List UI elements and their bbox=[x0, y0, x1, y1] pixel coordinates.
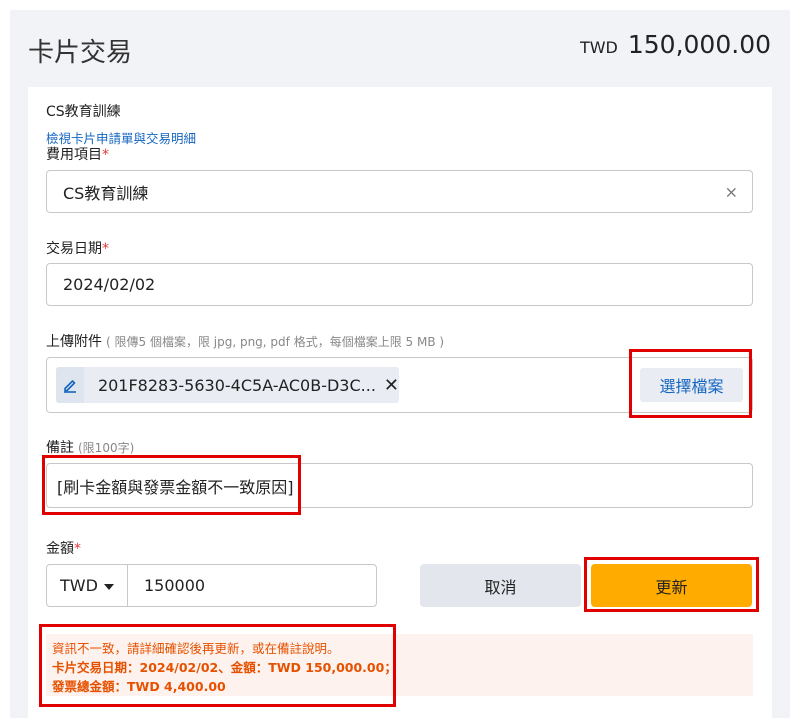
total-value: 150,000.00 bbox=[627, 30, 771, 59]
transaction-date-value: 2024/02/02 bbox=[63, 275, 156, 294]
currency-dropdown[interactable]: TWD bbox=[47, 565, 128, 606]
pencil-icon[interactable] bbox=[56, 367, 84, 403]
required-mark: * bbox=[74, 541, 81, 557]
choose-file-button[interactable]: 選擇檔案 bbox=[640, 368, 743, 402]
attachment-file-name: 201F8283-5630-4C5A-AC0B-D3C... bbox=[97, 375, 376, 395]
warning-line-1: 資訊不一致，請詳細確認後再更新，或在備註說明。 bbox=[52, 641, 340, 656]
card-name: CS教育訓練 bbox=[46, 104, 121, 120]
total-amount: TWD 150,000.00 bbox=[580, 30, 771, 59]
amount-label-text: 金額 bbox=[46, 541, 74, 557]
attachments-hint: ( 限傳5 個檔案，限 jpg, png, pdf 格式，每個檔案上限 5 MB… bbox=[106, 335, 445, 349]
remark-label: 備註 (限100字) bbox=[46, 437, 134, 457]
amount-field: TWD 150000 bbox=[46, 564, 377, 607]
total-currency: TWD bbox=[579, 38, 618, 57]
remark-hint: (限100字) bbox=[78, 441, 135, 455]
required-mark: * bbox=[102, 241, 109, 257]
currency-value: TWD bbox=[60, 576, 98, 595]
amount-label: 金額* bbox=[46, 538, 81, 558]
expense-item-label: 費用項目* bbox=[46, 144, 109, 164]
remark-label-text: 備註 bbox=[46, 440, 74, 456]
remark-input[interactable]: [刷卡金額與發票金額不一致原因] bbox=[46, 463, 753, 508]
mismatch-warning: 資訊不一致，請詳細確認後再更新，或在備註說明。 卡片交易日期：2024/02/0… bbox=[46, 634, 753, 696]
transaction-date-label-text: 交易日期 bbox=[46, 241, 102, 257]
page-title: 卡片交易 bbox=[28, 38, 133, 68]
remark-value: [刷卡金額與發票金額不一致原因] bbox=[57, 477, 294, 497]
attachments-label: 上傳附件 ( 限傳5 個檔案，限 jpg, png, pdf 格式，每個檔案上限 … bbox=[46, 331, 444, 351]
remove-file-icon[interactable]: ✕ bbox=[384, 375, 399, 396]
transaction-date-label: 交易日期* bbox=[46, 238, 109, 258]
required-mark: * bbox=[102, 147, 109, 163]
warning-line-3: 發票總金額：TWD 4,400.00 bbox=[52, 679, 226, 694]
expense-item-select[interactable]: CS教育訓練 × bbox=[46, 170, 753, 213]
attachments-label-text: 上傳附件 bbox=[46, 334, 102, 350]
expense-item-value: CS教育訓練 bbox=[63, 183, 149, 203]
cancel-button[interactable]: 取消 bbox=[420, 564, 581, 607]
clear-icon[interactable]: × bbox=[725, 182, 738, 201]
amount-input[interactable]: 150000 bbox=[128, 565, 376, 606]
caret-down-icon bbox=[103, 583, 114, 590]
expense-item-label-text: 費用項目 bbox=[46, 147, 102, 163]
warning-line-2: 卡片交易日期：2024/02/02、金額：TWD 150,000.00； bbox=[52, 660, 397, 675]
update-button[interactable]: 更新 bbox=[591, 564, 752, 607]
attachment-file-chip: 201F8283-5630-4C5A-AC0B-D3C... ✕ bbox=[56, 367, 399, 403]
transaction-date-input[interactable]: 2024/02/02 bbox=[46, 263, 753, 306]
